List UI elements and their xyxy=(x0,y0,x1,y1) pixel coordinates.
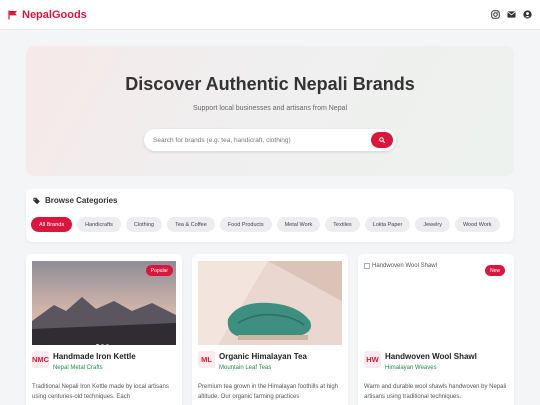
product-card[interactable]: ML Organic Himalayan Tea Mountain Leaf T… xyxy=(192,254,348,405)
product-card[interactable]: Popular NMC Handmade Iron Kettle Nepal M… xyxy=(26,254,182,405)
hero-section: Discover Authentic Nepali Brands Support… xyxy=(26,46,514,176)
brand-logo-nmc: NMC xyxy=(32,351,49,368)
product-brand[interactable]: Nepal Metal Crafts xyxy=(53,365,103,371)
product-image-tea[interactable] xyxy=(198,261,342,345)
chip-tea-coffee[interactable]: Tea & Coffee xyxy=(167,217,215,232)
chip-lokta-paper[interactable]: Lokta Paper xyxy=(364,217,411,232)
image-alt-text: Handwoven Wool Shawl xyxy=(372,263,437,269)
categories-heading: Browse Categories xyxy=(33,196,117,205)
search-button[interactable] xyxy=(371,132,393,148)
product-card[interactable]: Handwoven Wool Shawl New HW Handwoven Wo… xyxy=(358,254,514,405)
categories-heading-label: Browse Categories xyxy=(45,196,118,205)
broken-image-icon xyxy=(364,263,370,269)
hero-subtitle: Support local businesses and artisans fr… xyxy=(192,105,348,112)
chip-textiles[interactable]: Textiles xyxy=(325,217,360,232)
badge-new: New xyxy=(484,265,505,276)
category-chip-list: All Brands Handicrafts Clothing Tea & Co… xyxy=(31,217,500,232)
search-icon xyxy=(379,137,385,143)
badge-popular: Popular xyxy=(145,265,173,276)
nav-icons xyxy=(491,10,532,19)
search-bar xyxy=(144,129,396,151)
product-brand[interactable]: Mountain Leaf Teas xyxy=(219,365,271,371)
chip-food-products[interactable]: Food Products xyxy=(219,217,272,232)
mail-icon[interactable] xyxy=(507,10,516,19)
product-title[interactable]: Handmade Iron Kettle xyxy=(53,352,136,361)
search-input[interactable] xyxy=(153,129,363,151)
navbar: NepalGoods xyxy=(0,0,540,30)
product-title[interactable]: Handwoven Wool Shawl xyxy=(385,352,477,361)
chip-metal-work[interactable]: Metal Work xyxy=(276,217,321,232)
product-description: Traditional Nepali Iron Kettle made by l… xyxy=(32,384,169,400)
product-brand[interactable]: Himalayan Weaves xyxy=(385,365,437,371)
product-description: Premium tea grown in the Himalayan footh… xyxy=(198,384,339,400)
brand-name: NepalGoods xyxy=(22,8,87,21)
brand-logo-ml: ML xyxy=(198,351,215,368)
chip-clothing[interactable]: Clothing xyxy=(125,217,163,232)
chip-all-brands[interactable]: All Brands xyxy=(31,217,73,232)
brand-logo-hw: HW xyxy=(364,351,381,368)
chip-jewelry[interactable]: Jewelry xyxy=(415,217,450,232)
flag-icon xyxy=(8,10,17,19)
chip-wood-work[interactable]: Wood Work xyxy=(454,217,500,232)
broken-image-placeholder[interactable]: Handwoven Wool Shawl xyxy=(364,263,437,269)
carousel-dots[interactable] xyxy=(96,344,109,345)
product-title[interactable]: Organic Himalayan Tea xyxy=(219,352,307,361)
chip-handicrafts[interactable]: Handicrafts xyxy=(77,217,121,232)
tags-icon xyxy=(33,197,40,204)
product-description: Warm and durable wool shawls handwoven b… xyxy=(364,384,507,400)
hero-title: Discover Authentic Nepali Brands xyxy=(125,74,415,94)
categories-panel: Browse Categories All Brands Handicrafts… xyxy=(26,189,514,242)
brand-logo[interactable]: NepalGoods xyxy=(8,9,87,21)
instagram-icon[interactable] xyxy=(491,10,500,19)
user-icon[interactable] xyxy=(523,10,532,19)
